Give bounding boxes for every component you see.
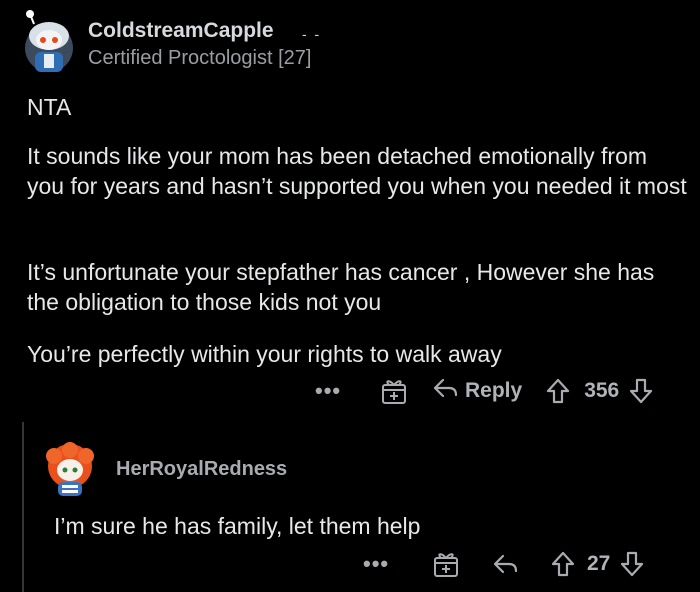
comment-paragraph: It’s unfortunate your stepfather has can… [27, 259, 655, 315]
comment-paragraph: NTA [27, 94, 72, 120]
vote-count: 356 [584, 379, 620, 402]
comment-paragraph: It sounds like your mom has been detache… [27, 143, 687, 199]
more-icon[interactable]: ••• [315, 378, 351, 404]
avatar[interactable] [20, 8, 78, 74]
user-flair: Certified Proctologist [27] [88, 47, 312, 69]
vote-count: 27 [587, 552, 611, 575]
reply-button[interactable]: Reply [433, 377, 522, 405]
reply-icon[interactable] [493, 553, 519, 575]
reply-label: Reply [465, 379, 523, 402]
upvote-icon[interactable] [546, 378, 570, 404]
upvote-icon[interactable] [551, 551, 575, 577]
username[interactable]: HerRoyalRedness [116, 458, 287, 481]
reply-text: I’m sure he has family, let them help [54, 513, 421, 539]
downvote-icon[interactable] [629, 378, 653, 404]
comment-actions: ••• Reply 356 [315, 374, 653, 408]
username[interactable]: ColdstreamCapple [88, 19, 274, 43]
avatar[interactable] [42, 442, 98, 498]
downvote-icon[interactable] [620, 551, 644, 577]
more-icon[interactable]: ••• [363, 551, 399, 577]
award-icon[interactable] [433, 550, 459, 578]
comment-paragraph: You’re perfectly within your rights to w… [27, 341, 502, 367]
reply-icon [433, 377, 459, 405]
reply-actions: ••• 27 [363, 547, 644, 581]
thread-line[interactable] [22, 422, 24, 592]
award-icon[interactable] [381, 377, 407, 405]
separator: - - [302, 26, 322, 42]
